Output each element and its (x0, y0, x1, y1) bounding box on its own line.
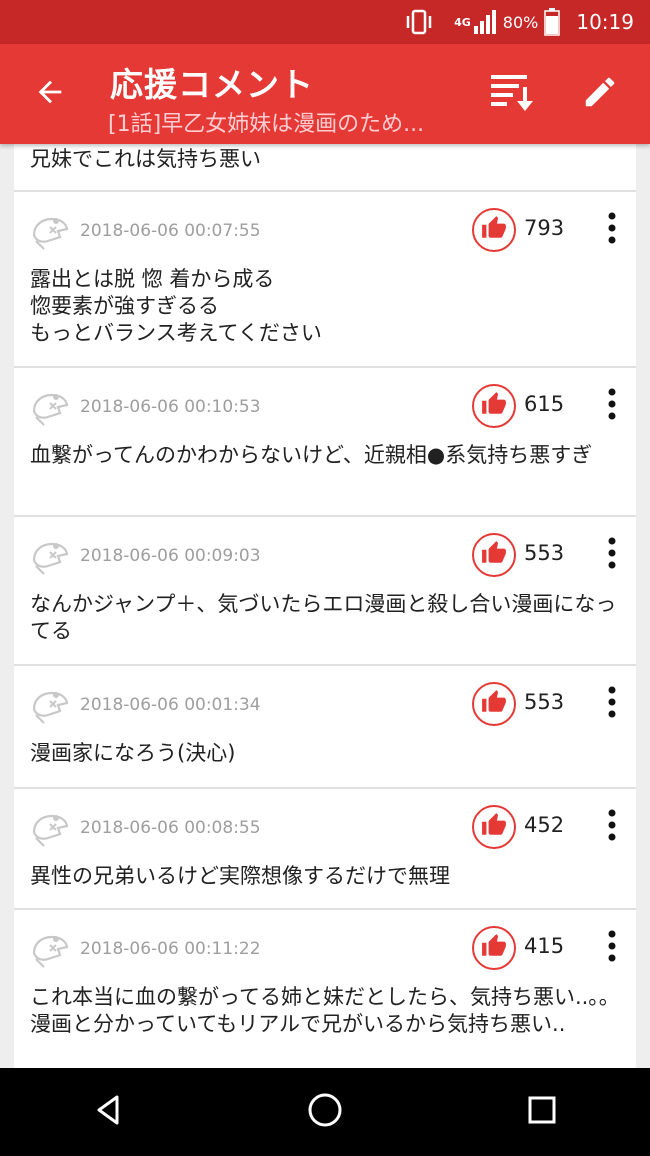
comment-body: 兄妹でこれは気持ち悪い (30, 147, 261, 171)
comment-body: なんかジャンプ＋、気づいたらエロ漫画と殺し合い漫画になってる (30, 592, 617, 643)
comment-card: 2018-06-06 00:09:03 553 なんかジャンプ＋、気づいたらエロ… (14, 517, 636, 666)
comment-body: 異性の兄弟いるけど実際想像するだけで無理 (30, 864, 450, 888)
like-count: 415 (524, 934, 565, 958)
like-count: 452 (524, 813, 565, 837)
square-recents-icon (526, 1094, 558, 1130)
thumbs-up-icon (481, 215, 507, 245)
pirate-avatar-icon (30, 929, 70, 969)
like-count: 793 (524, 216, 565, 240)
comment-date: 2018-06-06 00:08:55 (80, 818, 261, 838)
more-options-button[interactable] (602, 928, 622, 968)
like-button[interactable] (472, 805, 516, 849)
comment-card: 2018-06-06 00:07:55 793 露出とは脱 惚 着から成る 惚要… (14, 192, 636, 368)
triangle-back-icon (91, 1093, 125, 1131)
comment-body: 漫画家になろう(決心) (30, 741, 236, 765)
like-button[interactable] (472, 384, 516, 428)
like-button[interactable] (472, 208, 516, 252)
thumbs-up-icon (481, 933, 507, 963)
app-bar: 応援コメント [1話]早乙女姉妹は漫画のため... (0, 44, 650, 144)
more-vert-icon (606, 536, 618, 574)
pirate-avatar-icon (30, 536, 70, 576)
page-title: 応援コメント (110, 65, 314, 104)
more-options-button[interactable] (602, 386, 622, 426)
comment-body: これ本当に血の繋がってる姉と妹だとしたら、気持ち悪い..。。漫画と分かっていても… (30, 985, 620, 1036)
back-button[interactable] (30, 74, 70, 114)
comment-card: 2018-06-06 00:10:53 615 血繋がってんのかわからないけど、… (14, 368, 636, 517)
nav-home-button[interactable] (295, 1082, 355, 1142)
pirate-avatar-icon (30, 685, 70, 725)
comment-meta: 2018-06-06 00:10:53 (30, 386, 261, 428)
comment-meta: 2018-06-06 00:07:55 (30, 210, 261, 252)
system-nav-bar (0, 1068, 650, 1156)
comment-meta: 2018-06-06 00:08:55 (30, 807, 261, 849)
thumbs-up-icon (481, 689, 507, 719)
comment-date: 2018-06-06 00:01:34 (80, 695, 261, 715)
more-vert-icon (606, 929, 618, 967)
arrow-left-icon (33, 75, 67, 113)
edit-button[interactable] (578, 72, 622, 116)
like-button[interactable] (472, 682, 516, 726)
comment-card: 2018-06-06 00:11:22 415 これ本当に血の繋がってる姉と妹だ… (14, 910, 636, 1068)
more-options-button[interactable] (602, 684, 622, 724)
network-type: 4G (454, 15, 471, 29)
like-count: 553 (524, 541, 565, 565)
sort-button[interactable] (488, 70, 536, 118)
thumbs-up-icon (481, 812, 507, 842)
like-button[interactable] (472, 926, 516, 970)
more-vert-icon (606, 211, 618, 249)
more-options-button[interactable] (602, 535, 622, 575)
pirate-avatar-icon (30, 387, 70, 427)
comment-meta: 2018-06-06 00:01:34 (30, 684, 261, 726)
comment-card: 2018-06-06 00:01:34 553 漫画家になろう(決心) (14, 666, 636, 789)
more-vert-icon (606, 808, 618, 846)
thumbs-up-icon (481, 391, 507, 421)
comment-card: 2018-06-06 00:08:55 452 異性の兄弟いるけど実際想像するだ… (14, 789, 636, 910)
status-bar: 4G 80% 10:19 (0, 0, 650, 44)
comment-date: 2018-06-06 00:09:03 (80, 546, 261, 566)
like-count: 553 (524, 690, 565, 714)
comment-date: 2018-06-06 00:07:55 (80, 221, 261, 241)
comment-meta: 2018-06-06 00:09:03 (30, 535, 261, 577)
comment-date: 2018-06-06 00:10:53 (80, 397, 261, 417)
page-subtitle: [1話]早乙女姉妹は漫画のため... (108, 112, 425, 137)
battery-icon (544, 8, 561, 36)
pirate-avatar-icon (30, 808, 70, 848)
like-button[interactable] (472, 533, 516, 577)
pirate-avatar-icon (30, 211, 70, 251)
comment-meta: 2018-06-06 00:11:22 (30, 928, 261, 970)
circle-home-icon (306, 1091, 344, 1133)
signal-icon: 4G (448, 9, 497, 35)
comment-date: 2018-06-06 00:11:22 (80, 939, 261, 959)
more-vert-icon (606, 387, 618, 425)
clock: 10:19 (576, 10, 634, 34)
nav-recents-button[interactable] (512, 1082, 572, 1142)
comment-list[interactable]: 兄妹でこれは気持ち悪い 2018-06-06 00:07:55 793 露出とは… (14, 144, 636, 1068)
more-options-button[interactable] (602, 807, 622, 847)
pencil-icon (581, 73, 619, 115)
more-vert-icon (606, 685, 618, 723)
nav-back-button[interactable] (78, 1082, 138, 1142)
thumbs-up-icon (481, 540, 507, 570)
sort-icon (489, 69, 535, 119)
vibrate-icon (404, 7, 434, 37)
comment-body: 露出とは脱 惚 着から成る 惚要素が強すぎるる もっとバランス考えてください (30, 267, 322, 345)
like-count: 615 (524, 392, 565, 416)
battery-percent: 80% (502, 12, 539, 32)
more-options-button[interactable] (602, 210, 622, 250)
comment-card: 兄妹でこれは気持ち悪い (14, 144, 636, 192)
comment-body: 血繋がってんのかわからないけど、近親相●系気持ち悪すぎ (30, 443, 593, 467)
